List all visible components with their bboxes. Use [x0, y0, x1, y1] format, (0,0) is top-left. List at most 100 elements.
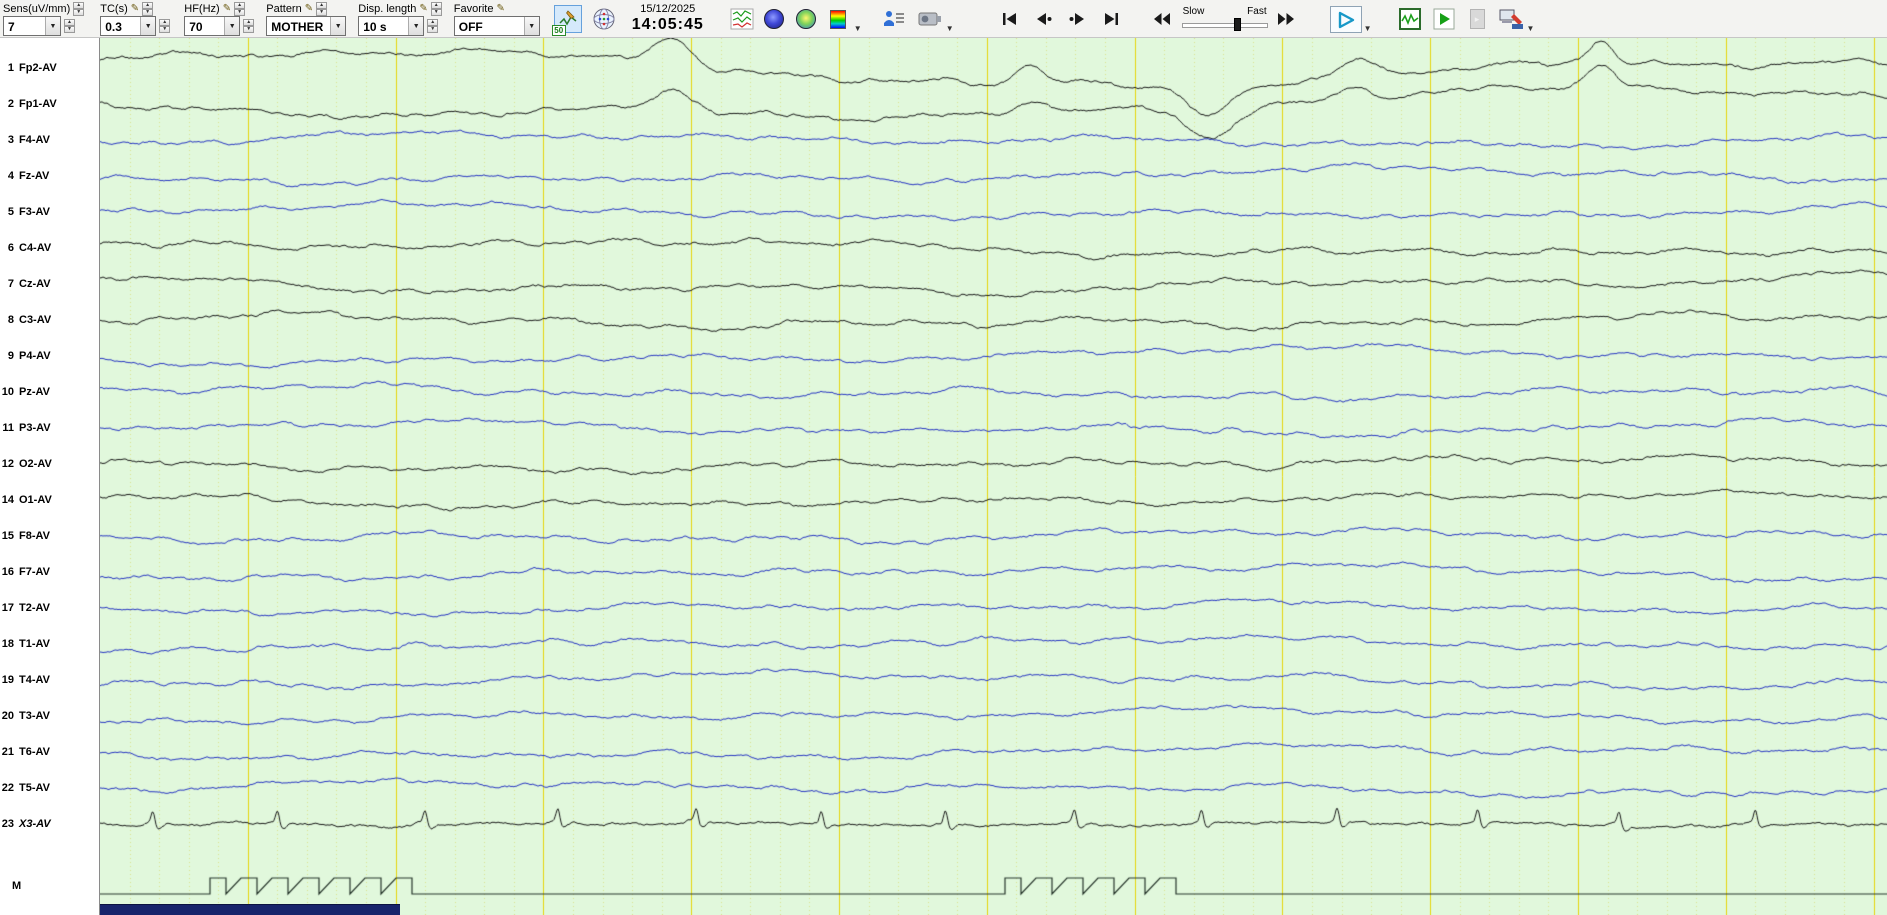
- channel-name: T5-AV: [19, 782, 50, 794]
- chevron-down-icon[interactable]: ▼: [523, 17, 539, 35]
- marker-channel-row[interactable]: M: [0, 879, 99, 893]
- channel-name: X3-AV: [19, 818, 51, 830]
- sensitivity-spinner[interactable]: ▲ ▼: [64, 19, 75, 33]
- channel-number: 2: [7, 98, 14, 110]
- montage-edit-button[interactable]: 50: [551, 5, 582, 36]
- step-forward-button[interactable]: [1064, 5, 1092, 33]
- channel-label-row[interactable]: 18 T1-AV: [0, 637, 99, 651]
- channel-label-row[interactable]: 6 C4-AV: [0, 241, 99, 255]
- channel-label-row[interactable]: 21 T6-AV: [0, 745, 99, 759]
- hf-spinner[interactable]: ▲ ▼: [243, 19, 255, 33]
- channel-label-row[interactable]: 23 X3-AV: [0, 817, 99, 831]
- fast-forward-button[interactable]: [1272, 5, 1300, 33]
- channel-label-row[interactable]: 5 F3-AV: [0, 205, 99, 219]
- hf-label-spinner[interactable]: ▲ ▼: [234, 1, 246, 16]
- favorite-combo[interactable]: OFF ▼: [453, 16, 540, 36]
- pattern-value: MOTHER: [271, 20, 324, 34]
- channel-label-row[interactable]: 2 Fp1-AV: [0, 97, 99, 111]
- eeg-waveform-area[interactable]: [100, 38, 1887, 915]
- speed-slider-track[interactable]: [1181, 17, 1268, 32]
- speed-slider[interactable]: Slow Fast: [1181, 6, 1268, 32]
- waveform-view-button[interactable]: [728, 5, 756, 33]
- channel-label-row[interactable]: 1 Fp2-AV: [0, 61, 99, 75]
- channel-name: Fp2-AV: [19, 62, 57, 74]
- channel-number: 12: [1, 458, 14, 470]
- record-position-scrollbar-thumb[interactable]: [100, 904, 400, 915]
- channel-label-row[interactable]: 10 Pz-AV: [0, 385, 99, 399]
- channel-label-row[interactable]: 15 F8-AV: [0, 529, 99, 543]
- display-length-control: Disp. length ✎ ▲ ▼ 10 s ▼ ▲ ▼: [358, 1, 442, 36]
- channel-label-row[interactable]: 11 P3-AV: [0, 421, 99, 435]
- video-camera-icon: [918, 9, 942, 29]
- channel-label-row[interactable]: 16 F7-AV: [0, 565, 99, 579]
- channel-label-row[interactable]: 20 T3-AV: [0, 709, 99, 723]
- brain-topography-icon: [763, 9, 784, 29]
- edit-pencil-icon[interactable]: ✎: [131, 3, 139, 14]
- channel-label-row[interactable]: 22 T5-AV: [0, 781, 99, 795]
- edit-pencil-icon[interactable]: ✎: [419, 3, 427, 14]
- channel-label-row[interactable]: 3 F4-AV: [0, 133, 99, 147]
- topography-map-button[interactable]: [760, 5, 788, 33]
- pattern-label-spinner[interactable]: ▲ ▼: [316, 1, 328, 16]
- spectrum-map-button[interactable]: [792, 5, 820, 33]
- channel-label-row[interactable]: 8 C3-AV: [0, 313, 99, 327]
- step-forward-icon: [1069, 12, 1086, 26]
- channel-label-row[interactable]: 12 O2-AV: [0, 457, 99, 471]
- datetime-display: 15/12/2025 14:05:45: [628, 2, 708, 34]
- edit-pencil-icon[interactable]: ✎: [305, 3, 313, 14]
- chevron-down-icon[interactable]: ▼: [854, 24, 862, 33]
- channel-name: C4-AV: [19, 242, 52, 254]
- colormap-button[interactable]: [824, 5, 852, 33]
- display-length-combo[interactable]: 10 s ▼: [358, 16, 425, 36]
- display-length-spinner[interactable]: ▲ ▼: [427, 19, 439, 33]
- step-back-button[interactable]: [1030, 5, 1058, 33]
- channel-number: 14: [1, 494, 14, 506]
- favorite-value: OFF: [458, 20, 483, 34]
- sensitivity-label-spinner[interactable]: ▲ ▼: [73, 1, 85, 16]
- channel-label-row[interactable]: 7 Cz-AV: [0, 277, 99, 291]
- hf-combo[interactable]: 70 ▼: [184, 16, 241, 36]
- speed-slider-thumb[interactable]: [1234, 18, 1242, 31]
- channel-label-row[interactable]: 14 O1-AV: [0, 493, 99, 507]
- rewind-icon: [1153, 12, 1171, 26]
- chevron-down-icon[interactable]: ▼: [1527, 24, 1535, 33]
- sensitivity-combo[interactable]: 7 ▼: [3, 16, 61, 36]
- tc-label-spinner[interactable]: ▲ ▼: [142, 1, 154, 16]
- channel-number: 5: [7, 206, 14, 218]
- chevron-down-icon[interactable]: ▼: [408, 17, 424, 35]
- chevron-down-icon[interactable]: ▼: [330, 17, 346, 35]
- electrode-map-button[interactable]: [590, 5, 618, 33]
- ac-filter-50hz-badge[interactable]: 50: [551, 25, 566, 36]
- channel-name: Fz-AV: [19, 170, 50, 182]
- pattern-combo[interactable]: MOTHER ▼: [266, 16, 347, 36]
- chevron-down-icon[interactable]: ▼: [140, 17, 156, 35]
- chevron-down-icon[interactable]: ▼: [1364, 24, 1372, 33]
- channel-label-row[interactable]: 4 Fz-AV: [0, 169, 99, 183]
- chevron-down-icon[interactable]: ▼: [224, 17, 240, 35]
- wave-monitor-button[interactable]: [1396, 5, 1424, 33]
- playback-monitor-button[interactable]: [1430, 5, 1458, 33]
- tc-combo[interactable]: 0.3 ▼: [100, 16, 157, 36]
- edit-pencil-icon[interactable]: ✎: [496, 3, 504, 14]
- patient-info-button[interactable]: [880, 5, 908, 33]
- rewind-button[interactable]: [1148, 5, 1176, 33]
- channel-label-row[interactable]: 19 T4-AV: [0, 673, 99, 687]
- edit-pencil-icon[interactable]: ✎: [223, 3, 231, 14]
- skip-to-start-button[interactable]: [996, 5, 1024, 33]
- chevron-down-icon[interactable]: ▼: [946, 24, 954, 33]
- video-review-button[interactable]: [916, 5, 944, 33]
- channel-name: C3-AV: [19, 314, 52, 326]
- channel-label-row[interactable]: 17 T2-AV: [0, 601, 99, 615]
- tc-label: TC(s): [100, 2, 128, 15]
- channel-label-row[interactable]: 9 P4-AV: [0, 349, 99, 363]
- sensitivity-value: 7: [8, 20, 15, 34]
- skip-to-end-button[interactable]: [1098, 5, 1126, 33]
- tc-spinner[interactable]: ▲ ▼: [159, 19, 171, 33]
- fast-label: Fast: [1247, 6, 1267, 17]
- hf-value: 70: [189, 20, 203, 34]
- display-length-label-spinner[interactable]: ▲ ▼: [430, 1, 442, 16]
- play-button[interactable]: [1329, 6, 1362, 33]
- electrode-map-icon: [592, 7, 616, 31]
- review-station-button[interactable]: [1497, 5, 1525, 33]
- chevron-down-icon[interactable]: ▼: [45, 17, 60, 35]
